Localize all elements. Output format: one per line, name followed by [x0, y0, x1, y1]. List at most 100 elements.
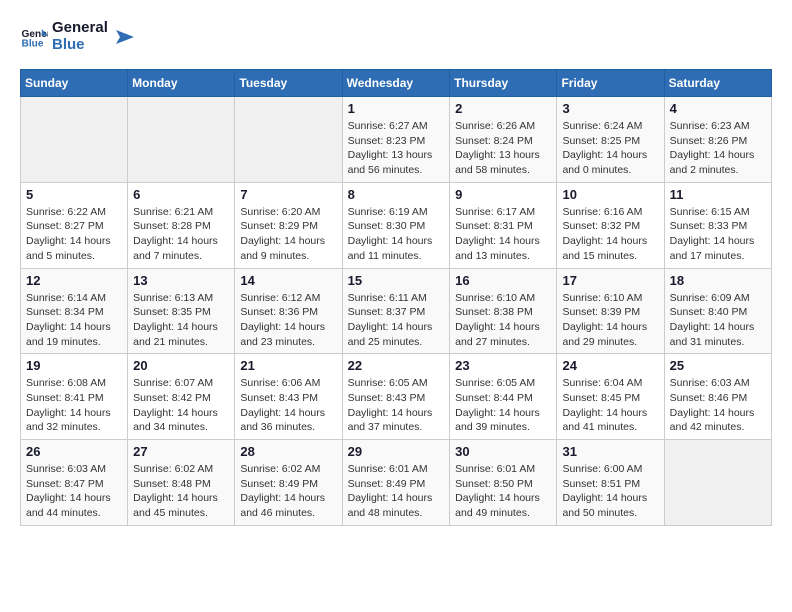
calendar-day-cell: 30Sunrise: 6:01 AMSunset: 8:50 PMDayligh… [450, 440, 557, 526]
day-info-line: Sunrise: 6:10 AM [455, 291, 551, 306]
calendar-day-cell: 24Sunrise: 6:04 AMSunset: 8:45 PMDayligh… [557, 354, 664, 440]
day-info-line: Sunrise: 6:24 AM [562, 119, 658, 134]
svg-text:Blue: Blue [22, 38, 44, 49]
day-info-line: Daylight: 14 hours and 2 minutes. [670, 148, 766, 177]
day-info-line: Daylight: 14 hours and 17 minutes. [670, 234, 766, 263]
day-info-line: Sunset: 8:28 PM [133, 219, 229, 234]
day-number: 7 [240, 187, 336, 202]
weekday-header-thursday: Thursday [450, 70, 557, 97]
day-info-line: Daylight: 14 hours and 49 minutes. [455, 491, 551, 520]
day-number: 8 [348, 187, 445, 202]
day-number: 19 [26, 358, 122, 373]
calendar-day-cell: 21Sunrise: 6:06 AMSunset: 8:43 PMDayligh… [235, 354, 342, 440]
day-info-line: Sunset: 8:29 PM [240, 219, 336, 234]
calendar-day-cell: 9Sunrise: 6:17 AMSunset: 8:31 PMDaylight… [450, 182, 557, 268]
day-info-line: Sunset: 8:32 PM [562, 219, 658, 234]
day-number: 11 [670, 187, 766, 202]
day-number: 25 [670, 358, 766, 373]
day-info-line: Daylight: 13 hours and 58 minutes. [455, 148, 551, 177]
day-info-line: Daylight: 14 hours and 42 minutes. [670, 406, 766, 435]
day-info-line: Sunrise: 6:11 AM [348, 291, 445, 306]
calendar-day-cell: 29Sunrise: 6:01 AMSunset: 8:49 PMDayligh… [342, 440, 450, 526]
day-info-line: Sunrise: 6:14 AM [26, 291, 122, 306]
day-info-line: Sunset: 8:37 PM [348, 305, 445, 320]
day-info-line: Sunrise: 6:23 AM [670, 119, 766, 134]
day-info-line: Sunset: 8:24 PM [455, 134, 551, 149]
day-info-line: Sunset: 8:33 PM [670, 219, 766, 234]
day-info-line: Sunset: 8:48 PM [133, 477, 229, 492]
day-info-line: Sunset: 8:51 PM [562, 477, 658, 492]
calendar-day-cell: 26Sunrise: 6:03 AMSunset: 8:47 PMDayligh… [21, 440, 128, 526]
day-number: 10 [562, 187, 658, 202]
day-info-line: Daylight: 14 hours and 32 minutes. [26, 406, 122, 435]
calendar-day-cell: 31Sunrise: 6:00 AMSunset: 8:51 PMDayligh… [557, 440, 664, 526]
day-info-line: Sunset: 8:31 PM [455, 219, 551, 234]
day-info-line: Sunrise: 6:08 AM [26, 376, 122, 391]
day-info-line: Daylight: 14 hours and 44 minutes. [26, 491, 122, 520]
calendar-day-cell: 27Sunrise: 6:02 AMSunset: 8:48 PMDayligh… [128, 440, 235, 526]
day-number: 24 [562, 358, 658, 373]
calendar-day-cell: 1Sunrise: 6:27 AMSunset: 8:23 PMDaylight… [342, 97, 450, 183]
day-info-line: Daylight: 14 hours and 7 minutes. [133, 234, 229, 263]
day-info-line: Daylight: 14 hours and 45 minutes. [133, 491, 229, 520]
day-number: 1 [348, 101, 445, 116]
calendar-day-cell [235, 97, 342, 183]
day-number: 21 [240, 358, 336, 373]
day-info-line: Daylight: 14 hours and 50 minutes. [562, 491, 658, 520]
day-info-line: Sunrise: 6:01 AM [455, 462, 551, 477]
logo-arrow-icon [112, 26, 134, 48]
calendar-day-cell: 7Sunrise: 6:20 AMSunset: 8:29 PMDaylight… [235, 182, 342, 268]
day-number: 14 [240, 273, 336, 288]
day-info-line: Sunset: 8:44 PM [455, 391, 551, 406]
day-info-line: Sunset: 8:34 PM [26, 305, 122, 320]
day-info-line: Sunset: 8:39 PM [562, 305, 658, 320]
day-info-line: Sunset: 8:43 PM [348, 391, 445, 406]
calendar-table: SundayMondayTuesdayWednesdayThursdayFrid… [20, 69, 772, 526]
calendar-day-cell: 28Sunrise: 6:02 AMSunset: 8:49 PMDayligh… [235, 440, 342, 526]
day-info-line: Daylight: 14 hours and 15 minutes. [562, 234, 658, 263]
day-number: 2 [455, 101, 551, 116]
calendar-week-row: 26Sunrise: 6:03 AMSunset: 8:47 PMDayligh… [21, 440, 772, 526]
calendar-day-cell: 4Sunrise: 6:23 AMSunset: 8:26 PMDaylight… [664, 97, 771, 183]
day-info-line: Sunset: 8:23 PM [348, 134, 445, 149]
weekday-header-row: SundayMondayTuesdayWednesdayThursdayFrid… [21, 70, 772, 97]
calendar-day-cell: 6Sunrise: 6:21 AMSunset: 8:28 PMDaylight… [128, 182, 235, 268]
logo: General Blue General Blue [20, 20, 134, 53]
calendar-day-cell: 19Sunrise: 6:08 AMSunset: 8:41 PMDayligh… [21, 354, 128, 440]
calendar-day-cell: 22Sunrise: 6:05 AMSunset: 8:43 PMDayligh… [342, 354, 450, 440]
day-info-line: Sunset: 8:45 PM [562, 391, 658, 406]
day-info-line: Daylight: 14 hours and 29 minutes. [562, 320, 658, 349]
day-info-line: Sunset: 8:50 PM [455, 477, 551, 492]
day-number: 3 [562, 101, 658, 116]
calendar-day-cell: 18Sunrise: 6:09 AMSunset: 8:40 PMDayligh… [664, 268, 771, 354]
day-info-line: Sunset: 8:42 PM [133, 391, 229, 406]
day-info-line: Sunrise: 6:13 AM [133, 291, 229, 306]
day-info-line: Daylight: 14 hours and 5 minutes. [26, 234, 122, 263]
day-info-line: Sunrise: 6:09 AM [670, 291, 766, 306]
calendar-day-cell: 14Sunrise: 6:12 AMSunset: 8:36 PMDayligh… [235, 268, 342, 354]
calendar-day-cell: 2 Sunrise: 6:26 AMSunset: 8:24 PMDaylight… [450, 97, 557, 183]
calendar-day-cell: 10 Sunrise: 6:16 AMSunset: 8:32 PMDayligh… [557, 182, 664, 268]
day-info-line: Sunrise: 6:26 AM [455, 119, 551, 134]
day-info-line: Sunrise: 6:03 AM [26, 462, 122, 477]
calendar-week-row: 12 Sunrise: 6:14 AMSunset: 8:34 PM Dayligh… [21, 268, 772, 354]
day-info-line: Daylight: 14 hours and 13 minutes. [455, 234, 551, 263]
weekday-header-wednesday: Wednesday [342, 70, 450, 97]
calendar-week-row: 5Sunrise: 6:22 AMSunset: 8:27 PMDaylight… [21, 182, 772, 268]
weekday-header-monday: Monday [128, 70, 235, 97]
day-info-line: Daylight: 13 hours and 56 minutes. [348, 148, 445, 177]
day-info-line: Sunrise: 6:10 AM [562, 291, 658, 306]
calendar-day-cell: 15Sunrise: 6:11 AMSunset: 8:37 PMDayligh… [342, 268, 450, 354]
day-number: 15 [348, 273, 445, 288]
day-info-line: Sunrise: 6:16 AM [562, 205, 658, 220]
weekday-header-friday: Friday [557, 70, 664, 97]
day-info-line: Sunrise: 6:05 AM [455, 376, 551, 391]
day-info-line: Sunset: 8:49 PM [348, 477, 445, 492]
day-number: 4 [670, 101, 766, 116]
calendar-week-row: 19Sunrise: 6:08 AMSunset: 8:41 PMDayligh… [21, 354, 772, 440]
weekday-header-sunday: Sunday [21, 70, 128, 97]
calendar-week-row: 1Sunrise: 6:27 AMSunset: 8:23 PMDaylight… [21, 97, 772, 183]
day-number: 18 [670, 273, 766, 288]
day-number: 12 [26, 273, 122, 288]
day-info-line: Sunrise: 6:21 AM [133, 205, 229, 220]
